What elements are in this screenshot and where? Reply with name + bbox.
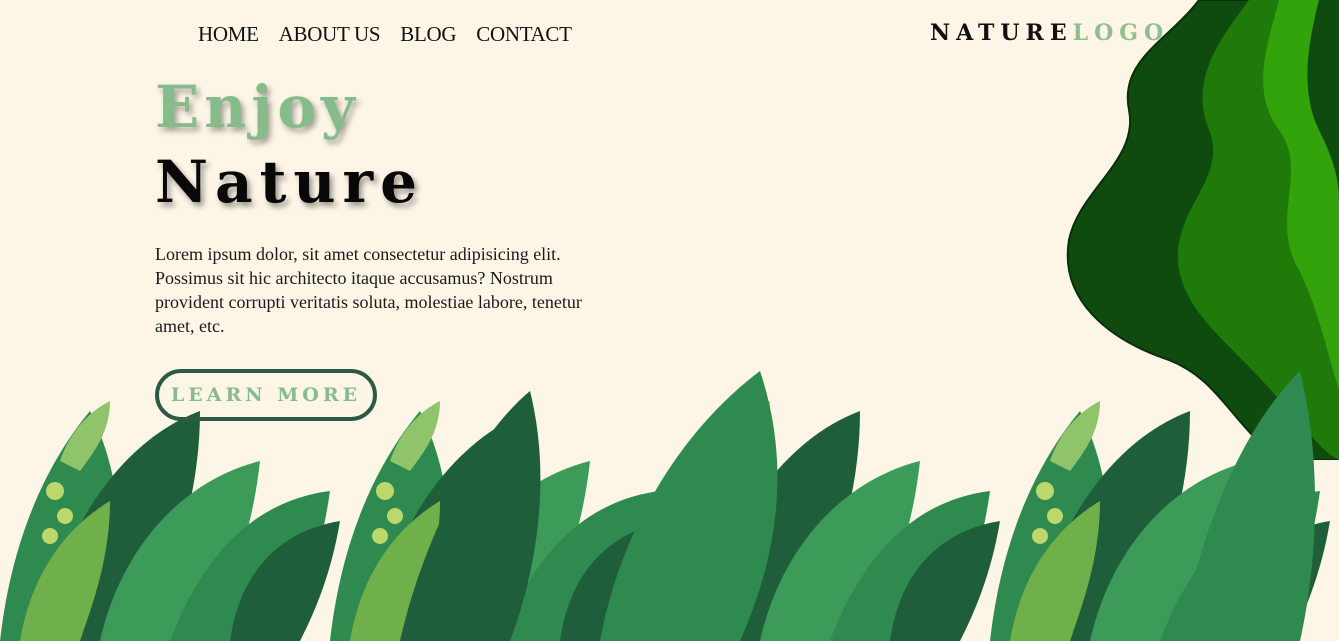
hero-heading-nature: Nature	[155, 148, 425, 216]
nav-link-blog[interactable]: BLOG	[400, 22, 456, 47]
site-logo[interactable]: NATURELOGO	[930, 20, 1169, 46]
hero-heading-enjoy: Enjoy	[155, 73, 360, 141]
main-navigation: HOME ABOUT US BLOG CONTACT	[198, 22, 572, 47]
nav-link-about-us[interactable]: ABOUT US	[279, 22, 381, 47]
landing-page: HOME ABOUT US BLOG CONTACT NATURELOGO En…	[0, 0, 1339, 641]
hero-description: Lorem ipsum dolor, sit amet consectetur …	[155, 244, 582, 336]
logo-text-nature: NATURE	[930, 20, 1073, 46]
learn-more-button[interactable]: LEARN MORE	[155, 369, 377, 421]
nav-link-contact[interactable]: CONTACT	[476, 22, 572, 47]
logo-text-logo: LOGO	[1072, 20, 1170, 46]
nav-link-home[interactable]: HOME	[198, 22, 259, 47]
